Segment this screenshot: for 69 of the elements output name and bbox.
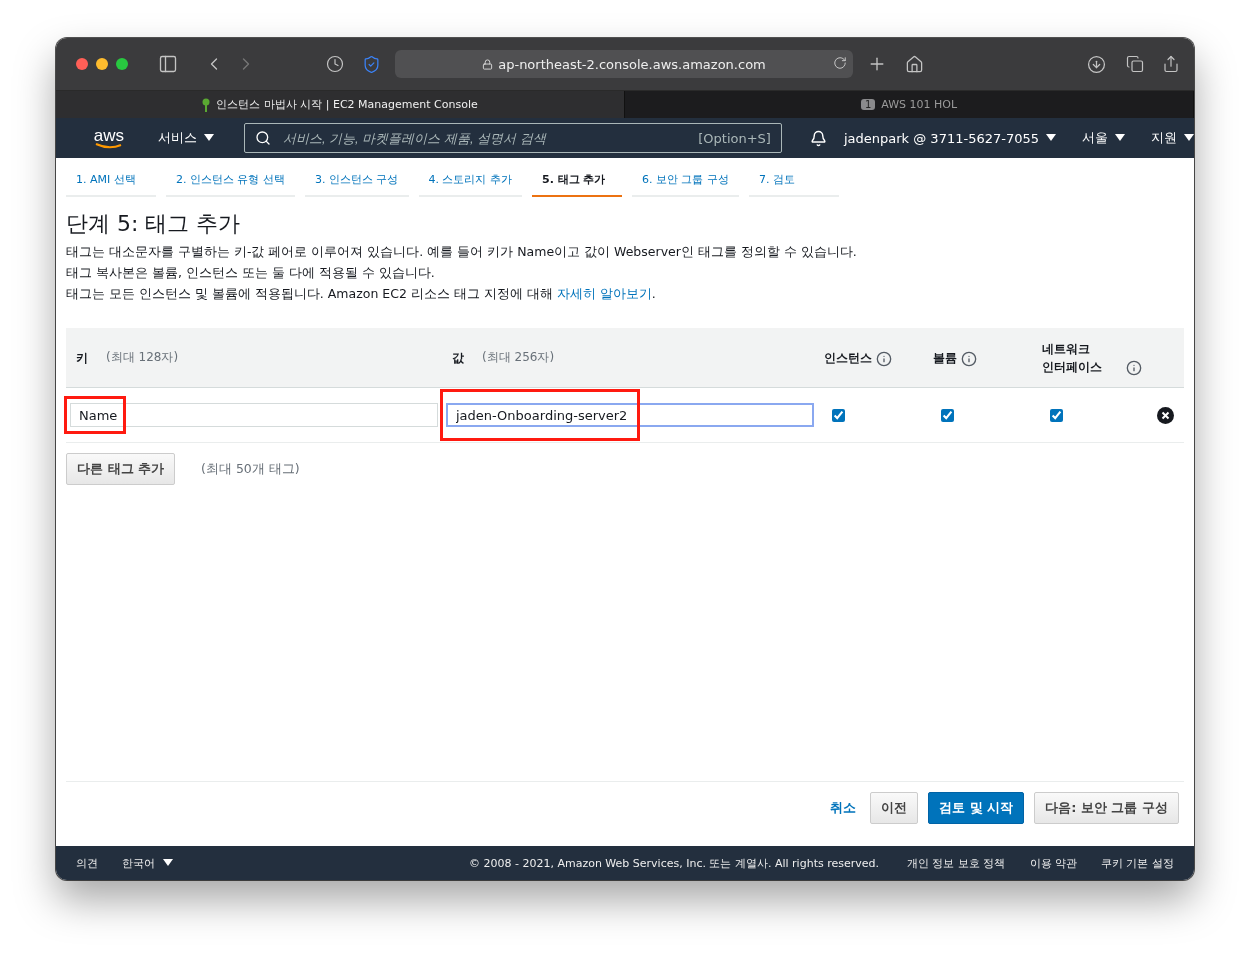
account-menu[interactable]: jadenpark @ 3711-5627-7055 xyxy=(843,130,1056,146)
wizard-step-tab[interactable]: 7. 검토 xyxy=(749,166,839,197)
tab-badge: 1 xyxy=(860,99,876,110)
review-launch-button[interactable]: 검토 및 시작 xyxy=(928,792,1025,824)
add-tag-button[interactable]: 다른 태그 추가 xyxy=(66,453,176,485)
page-heading: 단계 5: 태그 추가 xyxy=(66,210,242,238)
caret-icon xyxy=(163,859,173,867)
description-text: 태그는 모든 인스턴스 및 볼륨에 적용됩니다. Amazon EC2 리소스 태그 지정에 대해 자세히 알아보기. xyxy=(66,285,657,303)
clock-icon[interactable] xyxy=(326,55,344,73)
info-icon[interactable] xyxy=(876,350,892,367)
checkbox[interactable] xyxy=(832,408,845,422)
description-text: 태그는 대소문자를 구별하는 키-값 페어로 이루어져 있습니다. 예를 들어 키가 Name이고 값이 Webserver인 태그를 정의할 수 있습니다. xyxy=(66,243,858,261)
column-header: 값 xyxy=(452,349,464,367)
checkbox[interactable] xyxy=(941,408,954,422)
wizard-step-tab[interactable]: 5. 태그 추가 xyxy=(532,166,622,197)
checkbox[interactable] xyxy=(1050,408,1063,422)
column-header: 네트워크 인터페이스 xyxy=(1042,340,1103,376)
footer-link[interactable]: 이용 약관 xyxy=(1029,855,1077,871)
search-icon xyxy=(254,130,271,146)
column-header: 키 xyxy=(76,349,88,367)
wizard-step-tab[interactable]: 4. 스토리지 추가 xyxy=(418,166,522,197)
footer-link[interactable]: 개인 정보 보호 정책 xyxy=(907,855,1006,871)
zoom-button[interactable] xyxy=(116,58,128,70)
info-icon[interactable] xyxy=(1126,359,1142,376)
column-header: 볼륨 xyxy=(933,349,957,367)
reload-icon[interactable] xyxy=(833,56,847,70)
search-field[interactable]: 서비스, 기능, 마켓플레이스 제품, 설명서 검색 [Option+S] xyxy=(243,123,782,153)
home-icon[interactable] xyxy=(905,54,924,74)
column-header: 인스턴스 xyxy=(824,349,872,367)
info-icon[interactable] xyxy=(961,350,977,367)
wizard-button[interactable]: 이전 xyxy=(870,792,919,824)
key-input[interactable]: Name xyxy=(70,403,438,427)
browser-tab[interactable]: 인스턴스 마법사 시작 | EC2 Management Console xyxy=(56,91,625,118)
remove-icon[interactable] xyxy=(1157,406,1174,424)
cancel-link[interactable]: 취소 xyxy=(830,799,857,817)
search-input[interactable]: 서비스, 기능, 마켓플레이스 제품, 설명서 검색 xyxy=(280,129,689,147)
tabs-icon[interactable] xyxy=(1126,55,1144,73)
minimize-button[interactable] xyxy=(96,58,108,70)
footer-link[interactable]: 쿠키 기본 설정 xyxy=(1101,855,1174,871)
value-input[interactable]: jaden-Onboarding-server2 xyxy=(446,403,814,427)
aws-logo[interactable]: aws xyxy=(92,127,126,149)
wizard-step-tab[interactable]: 1. AMI 선택 xyxy=(66,166,156,197)
wizard-step-tab[interactable]: 2. 인스턴스 유형 선택 xyxy=(166,166,295,197)
caret-icon xyxy=(1046,134,1056,142)
close-button[interactable] xyxy=(76,58,88,70)
support-menu[interactable]: 지원 xyxy=(1151,129,1194,147)
address-bar[interactable]: ap-northeast-2.console.aws.amazon.com xyxy=(395,50,853,78)
description-text: 태그 복사본은 볼륨, 인스턴스 또는 둘 다에 적용될 수 있습니다. xyxy=(66,264,436,282)
services-menu[interactable]: 서비스 xyxy=(157,129,214,147)
learn-more-link[interactable]: 자세히 알아보기 xyxy=(556,286,652,301)
language-menu[interactable]: 한국어 xyxy=(122,855,173,871)
caret-icon xyxy=(203,134,214,142)
copyright-text: © 2008 - 2021, Amazon Web Services, Inc. 또는 계열사. All rights reserved. xyxy=(468,855,879,871)
sidebar-icon[interactable] xyxy=(158,54,178,74)
shortcut-hint: [Option+S] xyxy=(698,130,771,146)
wizard-step-tab[interactable]: 6. 보안 그룹 구성 xyxy=(632,166,739,197)
download-icon[interactable] xyxy=(1087,54,1106,74)
column-hint: (최대 256자) xyxy=(482,349,555,366)
column-hint: (최대 128자) xyxy=(106,349,179,366)
region-menu[interactable]: 서울 xyxy=(1082,129,1125,147)
bell-icon[interactable] xyxy=(809,129,827,147)
feedback-link[interactable]: 의견 xyxy=(76,855,98,871)
lock-icon xyxy=(482,58,494,70)
share-icon[interactable] xyxy=(1162,55,1180,73)
wizard-button[interactable]: 다음: 보안 그룹 구성 xyxy=(1034,792,1179,824)
shield-icon[interactable] xyxy=(362,54,381,74)
caret-icon xyxy=(1115,134,1125,142)
tag-limit-hint: (최대 50개 태그) xyxy=(201,460,300,478)
wizard-step-tab[interactable]: 3. 인스턴스 구성 xyxy=(305,166,409,197)
